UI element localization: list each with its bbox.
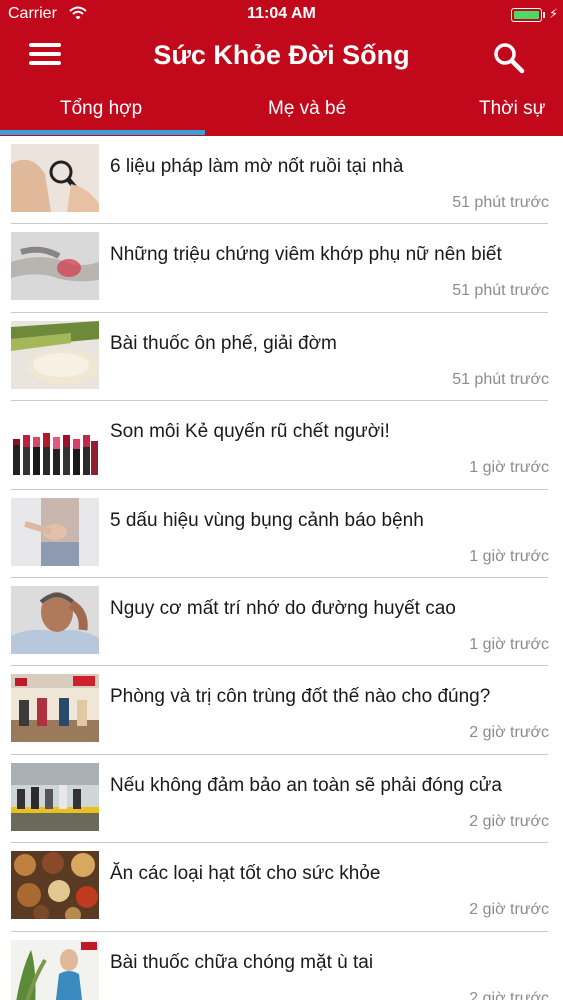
article-time: 1 giờ trước [469, 547, 549, 565]
list-item[interactable]: 6 liệu pháp làm mờ nốt ruồi tại nhà 51 p… [0, 136, 563, 225]
article-title: Những triệu chứng viêm khớp phụ nữ nên b… [110, 244, 502, 266]
article-thumbnail [11, 851, 99, 920]
navigation-bar: Sức Khỏe Đời Sống [0, 30, 563, 86]
selected-tab-indicator [0, 130, 205, 135]
article-time: 2 giờ trước [469, 901, 549, 919]
search-icon[interactable] [491, 40, 527, 76]
list-item[interactable]: Ăn các loại hạt tốt cho sức khỏe 2 giờ t… [0, 843, 563, 932]
article-title: 6 liệu pháp làm mờ nốt ruồi tại nhà [110, 156, 404, 177]
list-item[interactable]: Nếu không đảm bảo an toàn sẽ phải đóng c… [0, 755, 563, 844]
article-time: 51 phút trước [452, 370, 549, 388]
article-time: 1 giờ trước [469, 459, 549, 477]
status-time: 11:04 AM [247, 5, 316, 22]
article-thumbnail [11, 232, 99, 301]
article-thumbnail [11, 409, 99, 478]
page-title: Sức Khỏe Đời Sống [153, 40, 410, 70]
article-title: Son môi Kẻ quyến rũ chết người! [110, 421, 390, 443]
article-title: Nguy cơ mất trí nhớ do đường huyết cao [110, 598, 456, 619]
list-item[interactable]: Bài thuốc chữa chóng mặt ù tai 2 giờ trư… [0, 932, 563, 1000]
article-title: Bài thuốc ôn phế, giải đờm [110, 332, 337, 354]
app-header: Carrier 11:04 AM ⚡ Sức Khỏe Đời Sống Tổn… [0, 0, 563, 136]
article-list: 6 liệu pháp làm mờ nốt ruồi tại nhà 51 p… [0, 136, 563, 1000]
tab-tong-hop[interactable]: Tổng hợp [60, 98, 142, 120]
article-title: Phòng và trị côn trùng đốt thế nào cho đ… [110, 686, 491, 708]
tab-thoi-su[interactable]: Thời sự [479, 98, 545, 120]
article-thumbnail [11, 762, 99, 831]
article-thumbnail [11, 939, 99, 1000]
article-time: 51 phút trước [452, 194, 549, 211]
article-thumbnail [11, 674, 99, 743]
battery-tip [543, 12, 545, 18]
list-item[interactable]: Phòng và trị côn trùng đốt thế nào cho đ… [0, 666, 563, 755]
category-tabs: Tổng hợp Mẹ và bé Thời sự [0, 90, 563, 136]
article-time: 1 giờ trước [469, 636, 549, 653]
article-title: 5 dấu hiệu vùng bụng cảnh báo bệnh [110, 509, 424, 531]
battery-icon [511, 8, 542, 22]
article-thumbnail [11, 320, 99, 389]
article-time: 51 phút trước [452, 282, 549, 300]
list-item[interactable]: Nguy cơ mất trí nhớ do đường huyết cao 1… [0, 578, 563, 667]
article-title: Bài thuốc chữa chóng mặt ù tai [110, 951, 374, 973]
article-time: 2 giờ trước [469, 724, 549, 742]
article-title: Ăn các loại hạt tốt cho sức khỏe [110, 863, 381, 885]
charging-icon: ⚡ [549, 6, 559, 21]
article-thumbnail [11, 586, 99, 654]
article-title: Nếu không đảm bảo an toàn sẽ phải đóng c… [110, 774, 502, 796]
list-item[interactable]: Son môi Kẻ quyến rũ chết người! 1 giờ tr… [0, 401, 563, 490]
article-time: 2 giờ trước [469, 989, 549, 1000]
tab-me-va-be[interactable]: Mẹ và bé [268, 98, 346, 120]
article-thumbnail [11, 497, 99, 566]
list-item[interactable]: Những triệu chứng viêm khớp phụ nữ nên b… [0, 224, 563, 313]
list-item[interactable]: Bài thuốc ôn phế, giải đờm 51 phút trước [0, 313, 563, 402]
status-bar: Carrier 11:04 AM ⚡ [0, 0, 563, 30]
list-item[interactable]: 5 dấu hiệu vùng bụng cảnh báo bệnh 1 giờ… [0, 490, 563, 578]
article-thumbnail [11, 144, 99, 212]
article-time: 2 giờ trước [469, 812, 549, 830]
